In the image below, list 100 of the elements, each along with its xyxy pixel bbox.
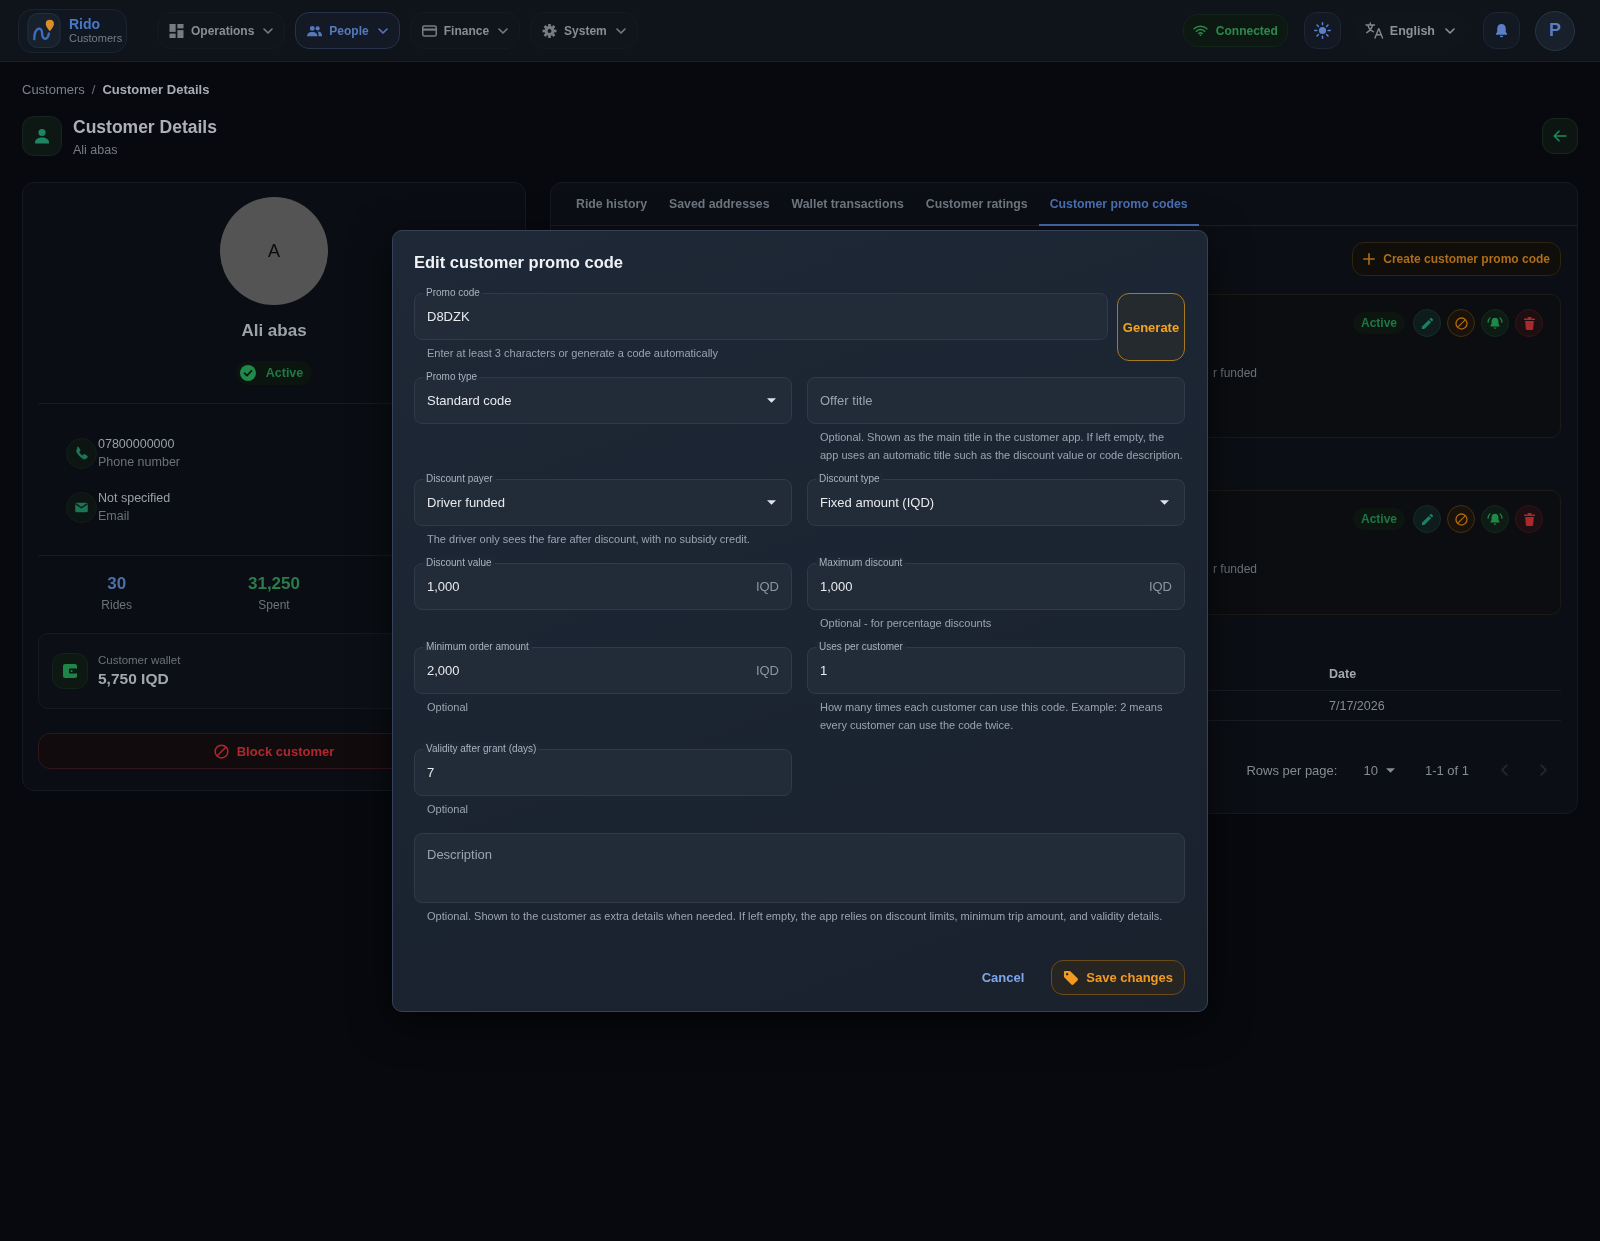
back-button[interactable]: [1542, 118, 1578, 154]
chevron-down-icon: [615, 27, 626, 34]
unit-label: IQD: [1148, 578, 1172, 596]
customer-avatar: A: [220, 197, 328, 305]
breadcrumb-link[interactable]: Customer Details: [102, 82, 210, 98]
helper-text: Optional - for percentage discounts: [819, 616, 993, 631]
caret-icon: [767, 500, 776, 505]
user-avatar[interactable]: P: [1535, 10, 1575, 51]
tab[interactable]: Saved addresses: [658, 183, 781, 226]
check-circle-icon: [239, 365, 256, 381]
breadcrumb-link[interactable]: Customers: [22, 82, 85, 98]
disable-button[interactable]: [1447, 505, 1475, 533]
chevron-down-icon: [1445, 27, 1455, 34]
helper-text: Enter at least 3 characters or generate a code automatically: [426, 346, 720, 361]
brand-section: Customers: [69, 32, 123, 45]
nav-menu[interactable]: Operations: [157, 12, 286, 49]
save-button[interactable]: Save changes: [1051, 960, 1185, 995]
person-icon: [22, 116, 62, 156]
edit-button[interactable]: [1413, 309, 1441, 337]
caret-icon: [1160, 500, 1169, 505]
helper-text: Optional. Shown as the main title in the customer app. If left empty, the app uses an automatic title such as the discount value or code description.: [819, 430, 1184, 463]
page-range: 1-1 of 1: [1424, 762, 1469, 778]
notify-button[interactable]: [1481, 309, 1509, 337]
wallet-icon: [52, 653, 88, 689]
contact-value: 07800000000: [98, 436, 176, 453]
nav-menu[interactable]: System: [530, 12, 638, 49]
edit-button[interactable]: [1413, 505, 1441, 533]
field-label: Validity after grant (days): [423, 743, 540, 755]
people-icon: [307, 23, 323, 38]
table-cell-text: 7/17/2026: [1328, 697, 1386, 715]
nav-menu[interactable]: Finance: [409, 12, 521, 49]
stat-value: 30: [106, 573, 128, 595]
brand-link[interactable]: Rido Customers: [18, 8, 127, 53]
pencil-icon: [1420, 316, 1434, 330]
page-subtitle: Ali abas: [73, 142, 119, 159]
wallet-label: Customer wallet: [98, 653, 181, 668]
field-label: Uses per customer: [816, 641, 906, 653]
sun-icon: [1313, 22, 1331, 39]
bell-icon: [1487, 316, 1503, 330]
chevron-right-icon: [1540, 764, 1547, 776]
page-title: Customer Details: [73, 116, 217, 138]
block-icon: [213, 743, 229, 759]
stat-label: Spent: [257, 597, 291, 614]
field-label: Discount value: [423, 557, 495, 569]
generate-button[interactable]: Generate: [1117, 293, 1185, 361]
field-label: Discount type: [816, 473, 883, 485]
wallet-balance: 5,750 IQD: [98, 669, 170, 689]
gear-icon: [542, 23, 558, 38]
notifications-button[interactable]: [1483, 12, 1520, 49]
chevron-down-icon: [498, 27, 509, 34]
field-label: Promo code: [423, 287, 483, 299]
status-chip: Active: [1352, 312, 1405, 334]
helper-text: Optional: [426, 700, 469, 715]
column-header: Date: [1328, 666, 1358, 683]
breadcrumb-separator: /: [91, 82, 96, 98]
caret-icon: [1385, 767, 1395, 773]
field-label: Maximum discount: [816, 557, 906, 569]
mail-icon: [66, 491, 97, 523]
helper-text: Optional. Shown to the customer as extra details when needed. If left empty, the app relies on discount limits, minimum trip amount, and validity details.: [426, 909, 1164, 924]
description-field[interactable]: Description: [414, 833, 1185, 903]
tab[interactable]: Wallet transactions: [780, 183, 915, 226]
helper-text: How many times each customer can use this code. Example: 2 means every customer can use the code twice.: [819, 700, 1164, 733]
rows-per-page-label: Rows per page:: [1246, 762, 1338, 778]
card-icon: [421, 23, 437, 38]
create-promo-button[interactable]: Create customer promo code: [1352, 242, 1561, 276]
field-label: Promo type: [423, 371, 481, 383]
bell-icon: [1495, 23, 1508, 38]
dialog-title: Edit customer promo code: [414, 252, 625, 272]
arrow-left-icon: [1553, 130, 1567, 142]
block-icon: [1454, 512, 1468, 526]
chevron-down-icon: [377, 27, 388, 34]
helper-text: The driver only sees the fare after discount, with no subsidy credit.: [426, 532, 751, 547]
notify-button[interactable]: [1481, 505, 1509, 533]
rows-per-page-select[interactable]: 10: [1363, 762, 1395, 778]
stat-label: Rides: [100, 597, 133, 614]
delete-button[interactable]: [1515, 505, 1543, 533]
theme-toggle-button[interactable]: [1303, 12, 1341, 49]
brand-name: Rido: [69, 16, 102, 32]
funding-text: r funded: [1213, 562, 1258, 576]
delete-button[interactable]: [1515, 309, 1543, 337]
status-label: Active: [265, 366, 304, 380]
stat-value: 31,250: [247, 573, 301, 595]
tab[interactable]: Customer ratings: [914, 183, 1039, 226]
input-field[interactable]: Offer title: [807, 377, 1185, 424]
tab[interactable]: Ride history: [565, 183, 659, 226]
contact-label: Email: [98, 508, 131, 525]
nav-menu[interactable]: People: [295, 12, 400, 49]
chevron-left-icon: [1501, 764, 1508, 776]
cancel-button[interactable]: Cancel: [979, 962, 1027, 993]
customer-name: Ali abas: [241, 321, 307, 341]
wifi-icon: [1192, 25, 1208, 36]
chevron-down-icon: [263, 27, 274, 34]
unit-label: IQD: [755, 662, 779, 680]
connection-label: Connected: [1215, 23, 1278, 38]
grid-icon: [169, 23, 184, 38]
logo-icon: [27, 13, 61, 48]
trash-icon: [1523, 512, 1535, 526]
tab[interactable]: Customer promo codes: [1038, 183, 1199, 226]
block-icon: [1454, 316, 1468, 330]
disable-button[interactable]: [1447, 309, 1475, 337]
